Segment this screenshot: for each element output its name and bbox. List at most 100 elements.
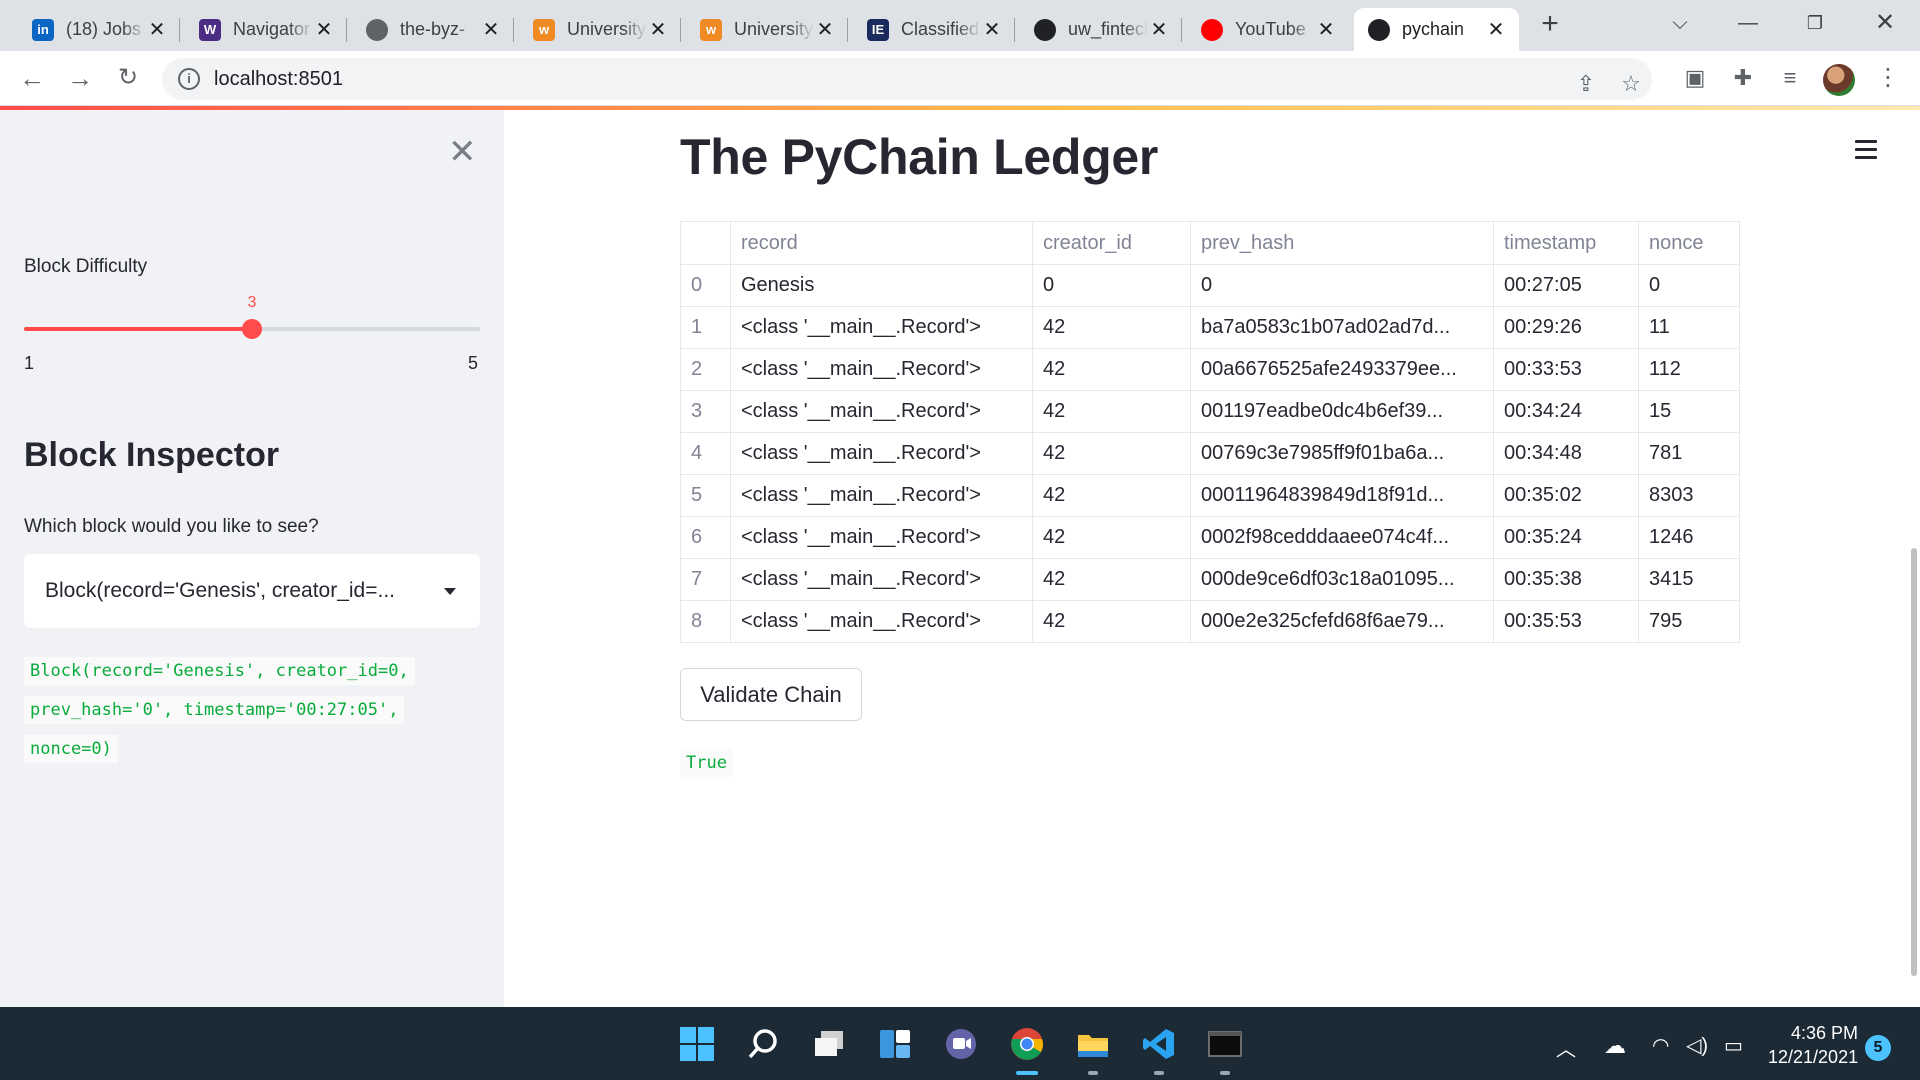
row-index-cell[interactable]: 7: [680, 558, 731, 601]
hamburger-menu-icon[interactable]: [1855, 140, 1877, 164]
row-index-cell[interactable]: 1: [680, 306, 731, 349]
close-tab-icon[interactable]: ✕: [1315, 17, 1337, 42]
table-cell[interactable]: 0: [1638, 264, 1740, 307]
new-tab-button[interactable]: +: [1535, 9, 1565, 40]
table-cell[interactable]: <class '__main__.Record'>: [730, 390, 1033, 433]
notification-badge[interactable]: 5: [1865, 1035, 1891, 1061]
table-cell[interactable]: 00:35:02: [1493, 474, 1639, 517]
table-cell[interactable]: 15: [1638, 390, 1740, 433]
share-icon[interactable]: ⇪: [1572, 70, 1600, 98]
row-index-cell[interactable]: 0: [680, 264, 731, 307]
table-cell[interactable]: 00769c3e7985ff9f01ba6a...: [1190, 432, 1494, 475]
table-cell[interactable]: 000de9ce6df03c18a01095...: [1190, 558, 1494, 601]
chrome-icon[interactable]: [1008, 1025, 1046, 1063]
table-cell[interactable]: <class '__main__.Record'>: [730, 306, 1033, 349]
table-cell[interactable]: 1246: [1638, 516, 1740, 559]
validate-chain-button[interactable]: Validate Chain: [680, 668, 862, 721]
back-button[interactable]: ←: [16, 63, 48, 95]
close-tab-icon[interactable]: ✕: [814, 17, 836, 42]
terminal-icon[interactable]: [1206, 1025, 1244, 1063]
windows-start-icon[interactable]: [678, 1025, 716, 1063]
table-cell[interactable]: 00011964839849d18f91d...: [1190, 474, 1494, 517]
profile-avatar[interactable]: [1823, 64, 1855, 96]
table-cell[interactable]: 00:35:38: [1493, 558, 1639, 601]
browser-tab[interactable]: w University ✕: [686, 8, 848, 51]
table-cell[interactable]: 3415: [1638, 558, 1740, 601]
table-cell[interactable]: 8303: [1638, 474, 1740, 517]
reload-button[interactable]: ↻: [112, 63, 144, 95]
browser-tab[interactable]: IE Classified ✕: [853, 8, 1015, 51]
volume-icon[interactable]: ◁): [1686, 1033, 1708, 1058]
table-cell[interactable]: <class '__main__.Record'>: [730, 600, 1033, 643]
column-header[interactable]: nonce: [1638, 221, 1740, 265]
site-info-icon[interactable]: i: [178, 68, 200, 90]
close-tab-icon[interactable]: ✕: [313, 17, 335, 42]
table-cell[interactable]: <class '__main__.Record'>: [730, 516, 1033, 559]
table-cell[interactable]: 00:33:53: [1493, 348, 1639, 391]
forward-button[interactable]: →: [64, 63, 96, 95]
table-cell[interactable]: <class '__main__.Record'>: [730, 474, 1033, 517]
teams-chat-icon[interactable]: [942, 1025, 980, 1063]
row-index-cell[interactable]: 8: [680, 600, 731, 643]
table-cell[interactable]: 00:35:53: [1493, 600, 1639, 643]
column-header[interactable]: record: [730, 221, 1033, 265]
sidebar-close-icon[interactable]: ✕: [448, 132, 477, 172]
browser-tab[interactable]: YouTube ✕: [1187, 8, 1349, 51]
onedrive-cloud-icon[interactable]: ☁: [1604, 1033, 1626, 1059]
table-cell[interactable]: <class '__main__.Record'>: [730, 348, 1033, 391]
table-cell[interactable]: 0002f98cedddaaee074c4f...: [1190, 516, 1494, 559]
table-cell[interactable]: 00a6676525afe2493379ee...: [1190, 348, 1494, 391]
extensions-puzzle-icon[interactable]: ✚: [1728, 63, 1758, 93]
extension-icon[interactable]: ▣: [1680, 63, 1710, 93]
table-cell[interactable]: 00:34:48: [1493, 432, 1639, 475]
battery-icon[interactable]: ▭: [1724, 1033, 1743, 1058]
table-cell[interactable]: Genesis: [730, 264, 1033, 307]
table-cell[interactable]: 42: [1032, 306, 1191, 349]
tab-search-icon[interactable]: ⌵: [1660, 8, 1700, 38]
vscode-icon[interactable]: [1140, 1025, 1178, 1063]
browser-tab[interactable]: in (18) Jobs ✕: [18, 8, 180, 51]
table-cell[interactable]: <class '__main__.Record'>: [730, 558, 1033, 601]
media-control-icon[interactable]: ≡: [1775, 63, 1805, 93]
table-cell[interactable]: 00:27:05: [1493, 264, 1639, 307]
table-cell[interactable]: 42: [1032, 390, 1191, 433]
search-icon[interactable]: [744, 1025, 782, 1063]
difficulty-slider[interactable]: [24, 319, 480, 339]
row-index-cell[interactable]: 4: [680, 432, 731, 475]
row-index-cell[interactable]: 3: [680, 390, 731, 433]
table-cell[interactable]: 42: [1032, 474, 1191, 517]
close-tab-icon[interactable]: ✕: [146, 17, 168, 42]
bookmark-star-icon[interactable]: ☆: [1617, 70, 1645, 98]
close-tab-icon[interactable]: ✕: [1485, 17, 1507, 42]
row-index-cell[interactable]: 2: [680, 348, 731, 391]
table-cell[interactable]: 42: [1032, 600, 1191, 643]
row-index-cell[interactable]: 5: [680, 474, 731, 517]
task-view-icon[interactable]: [810, 1025, 848, 1063]
table-cell[interactable]: 001197eadbe0dc4b6ef39...: [1190, 390, 1494, 433]
widgets-icon[interactable]: [876, 1025, 914, 1063]
page-scrollbar[interactable]: [1911, 548, 1917, 976]
table-cell[interactable]: 42: [1032, 432, 1191, 475]
table-cell[interactable]: 42: [1032, 348, 1191, 391]
browser-tab[interactable]: W Navigator ✕: [185, 8, 347, 51]
close-window-button[interactable]: ✕: [1865, 8, 1905, 38]
table-cell[interactable]: 00:34:24: [1493, 390, 1639, 433]
table-cell[interactable]: 0: [1032, 264, 1191, 307]
table-cell[interactable]: 42: [1032, 558, 1191, 601]
restore-button[interactable]: ❐: [1795, 8, 1835, 38]
table-cell[interactable]: <class '__main__.Record'>: [730, 432, 1033, 475]
address-bar[interactable]: i localhost:8501 ⇪ ☆: [162, 58, 1652, 100]
tray-overflow-chevron-icon[interactable]: ︿: [1556, 1033, 1576, 1062]
close-tab-icon[interactable]: ✕: [647, 17, 669, 42]
close-tab-icon[interactable]: ✕: [480, 17, 502, 42]
wifi-icon[interactable]: ◠: [1652, 1033, 1669, 1058]
minimize-button[interactable]: —: [1728, 8, 1768, 38]
browser-tab[interactable]: w University ✕: [519, 8, 681, 51]
file-explorer-icon[interactable]: [1074, 1025, 1112, 1063]
slider-thumb[interactable]: [242, 319, 262, 339]
column-header[interactable]: prev_hash: [1190, 221, 1494, 265]
table-cell[interactable]: 112: [1638, 348, 1740, 391]
table-cell[interactable]: 795: [1638, 600, 1740, 643]
block-select[interactable]: Block(record='Genesis', creator_id=...: [24, 554, 480, 628]
column-header[interactable]: creator_id: [1032, 221, 1191, 265]
